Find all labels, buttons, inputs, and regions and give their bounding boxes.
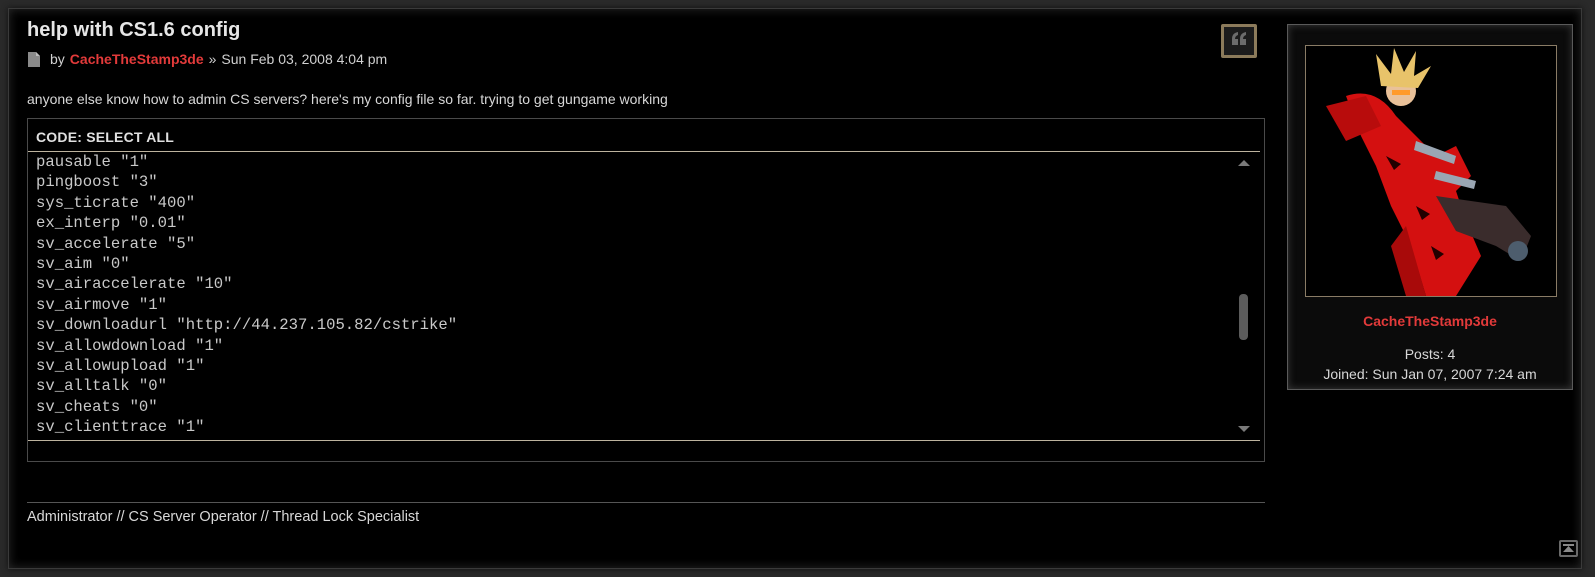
code-line: sv_allowupload "1" — [36, 356, 205, 375]
code-line: sv_cheats "0" — [36, 397, 158, 416]
code-line: sys_ticrate "400" — [36, 193, 196, 212]
code-line: pingboost "3" — [36, 173, 158, 192]
signature: Administrator // CS Server Operator // T… — [27, 509, 420, 525]
post-date: Sun Feb 03, 2008 4:04 pm — [221, 51, 388, 67]
signature-divider — [27, 502, 1265, 503]
post-body: anyone else know how to admin CS servers… — [27, 91, 668, 107]
author-link[interactable]: CacheTheStamp3de — [70, 51, 204, 67]
meta-separator: » — [208, 51, 217, 67]
post-title[interactable]: help with CS1.6 config — [27, 19, 240, 42]
code-select-all[interactable]: CODE: SELECT ALL — [36, 129, 174, 145]
post-container: help with CS1.6 config by CacheTheStamp3… — [8, 8, 1582, 569]
code-line: sv_airmove "1" — [36, 295, 168, 314]
code-line: sv_airaccelerate "10" — [36, 275, 233, 294]
back-to-top-icon — [1563, 540, 1574, 558]
author-profile: CacheTheStamp3de Posts: 4 Joined: Sun Ja… — [1287, 24, 1573, 390]
quote-icon — [1231, 31, 1247, 51]
back-to-top-button[interactable] — [1559, 540, 1578, 557]
code-line: sv_accelerate "5" — [36, 234, 196, 253]
quote-button[interactable] — [1221, 24, 1257, 58]
by-label: by — [50, 51, 65, 67]
code-line: sv_aim "0" — [36, 254, 130, 273]
code-box: CODE: SELECT ALL pausable "1" pingboost … — [27, 118, 1265, 462]
code-lines: pausable "1" pingboost "3" sys_ticrate "… — [36, 152, 457, 437]
code-line: ex_interp "0.01" — [36, 214, 186, 233]
scroll-thumb[interactable] — [1239, 294, 1248, 340]
scroll-up-arrow-icon[interactable] — [1238, 160, 1250, 166]
code-scrollbar[interactable] — [1234, 156, 1254, 434]
code-line: sv_clienttrace "1" — [36, 418, 205, 437]
profile-joined: Joined: Sun Jan 07, 2007 7:24 am — [1323, 366, 1537, 382]
avatar[interactable] — [1305, 45, 1557, 297]
code-line: pausable "1" — [36, 153, 149, 171]
profile-username[interactable]: CacheTheStamp3de — [1288, 313, 1572, 329]
post-icon[interactable] — [27, 51, 40, 67]
code-line: sv_allowdownload "1" — [36, 336, 224, 355]
code-line: sv_downloadurl "http://44.237.105.82/cst… — [36, 316, 458, 335]
post-meta: by CacheTheStamp3de » Sun Feb 03, 2008 4… — [27, 51, 387, 67]
profile-posts: Posts: 4 — [1404, 346, 1456, 362]
scroll-down-arrow-icon[interactable] — [1238, 426, 1250, 432]
code-view[interactable]: pausable "1" pingboost "3" sys_ticrate "… — [28, 151, 1260, 441]
code-line: sv_alltalk "0" — [36, 377, 168, 396]
